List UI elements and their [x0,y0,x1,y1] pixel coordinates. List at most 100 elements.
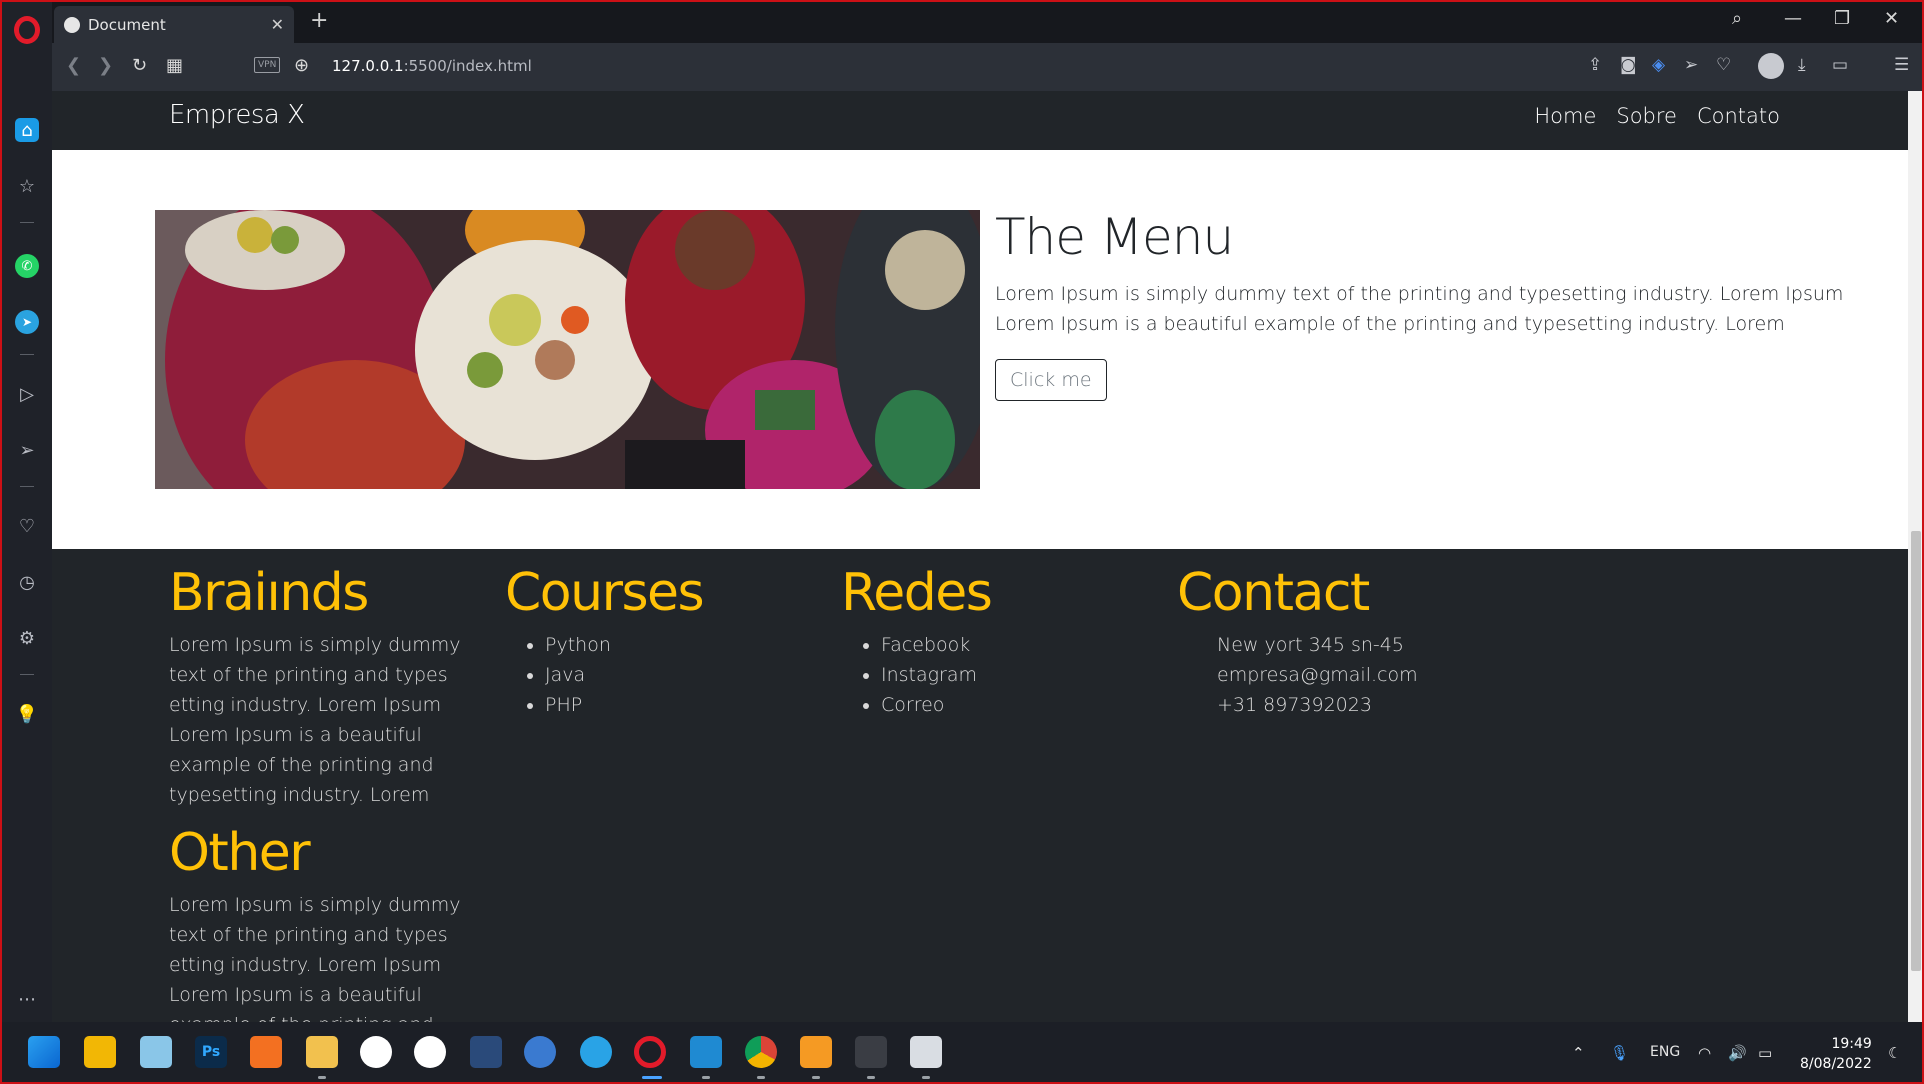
snipping-tool-icon[interactable] [910,1036,942,1068]
heart-icon[interactable]: ♡ [1716,55,1731,75]
running-indicator [812,1076,820,1079]
send-icon[interactable]: ➢ [1684,55,1698,75]
braids-column: Braiınds Lorem Ipsum is simply dummy tex… [169,563,484,810]
vpn-badge[interactable]: VPN [254,57,281,73]
minimize-icon[interactable]: — [1784,8,1802,29]
site-info-icon[interactable]: ⊕ [294,55,309,76]
back-icon[interactable]: ❮ [66,55,81,76]
redes-title: Redes [841,563,993,623]
contact-email[interactable]: empresa@gmail.com [1177,660,1567,690]
app-icon[interactable] [580,1036,612,1068]
send-icon[interactable]: ➢ [15,438,39,462]
power-bi-icon[interactable] [84,1036,116,1068]
whatsapp-icon[interactable]: ✆ [15,254,39,278]
braids-text: Lorem Ipsum is simply dummy text of the … [169,634,461,807]
sidebar-divider [20,222,34,223]
word-icon[interactable] [414,1036,446,1068]
terminal-icon[interactable] [855,1036,887,1068]
language-indicator[interactable]: ENG [1650,1044,1680,1060]
contact-address: New yort 345 sn-45 [1217,634,1404,657]
running-indicator [757,1076,765,1079]
tray-overflow-icon[interactable]: ⌃ [1572,1044,1585,1062]
microphone-icon[interactable]: 🎙 [1610,1044,1629,1062]
hero-line-2: Lorem Ipsum is a beautiful example of th… [995,313,1785,335]
hero-description: Lorem Ipsum is simply dummy text of the … [995,279,1855,339]
click-me-button[interactable]: Click me [995,359,1107,401]
sidebar-divider [20,486,34,487]
new-tab-icon[interactable]: + [310,8,328,33]
close-window-icon[interactable]: ✕ [1884,8,1899,29]
profile-avatar-icon[interactable] [1758,53,1784,79]
home-icon[interactable]: ⌂ [15,118,39,142]
yandex-icon[interactable] [360,1036,392,1068]
hero-section: The Menu Lorem Ipsum is simply dummy tex… [52,150,1908,549]
other-title: Other [169,823,311,883]
paint-icon[interactable] [140,1036,172,1068]
other-column: Other Lorem Ipsum is simply dummy text o… [169,823,484,1022]
page-scrollbar[interactable] [1908,91,1922,1022]
star-icon[interactable]: ☆ [15,174,39,198]
system-clock[interactable]: 19:49 8/08/2022 [1800,1034,1872,1074]
player-icon[interactable]: ▷ [15,382,39,406]
photoshop-icon[interactable]: Ps [195,1036,227,1068]
vscode-icon[interactable] [690,1036,722,1068]
url-host: 127.0.0.1 [332,57,404,75]
address-bar: ❮ ❯ ↻ ▦ VPN ⊕ 127.0.0.1:5500/index.html … [52,43,1922,91]
browser-tab[interactable]: Document ✕ [54,6,294,43]
hero-text: The Menu Lorem Ipsum is simply dummy tex… [995,210,1855,401]
site-brand[interactable]: Empresa X [169,100,305,130]
nav-link-home[interactable]: Home [1534,104,1596,128]
nav-link-contato[interactable]: Contato [1697,104,1780,128]
courses-column: Courses Python Java PHP [505,564,895,720]
nav-link-sobre[interactable]: Sobre [1616,104,1677,128]
forward-icon[interactable]: ❯ [98,55,113,76]
scrollbar-thumb[interactable] [1911,531,1921,971]
search-icon[interactable]: ⌕ [1732,8,1742,29]
reload-icon[interactable]: ↻ [132,55,147,76]
url-field[interactable]: 127.0.0.1:5500/index.html [332,57,532,75]
more-icon[interactable]: ⋯ [15,987,39,1011]
heart-icon[interactable]: ♡ [15,514,39,538]
globe-icon [64,16,80,33]
tabs-grid-icon[interactable]: ▦ [166,55,183,76]
history-icon[interactable]: ◷ [15,570,39,594]
mail-icon[interactable] [524,1036,556,1068]
battery-saver-icon[interactable]: ▭ [1832,55,1848,75]
settings-gear-icon[interactable]: ⚙ [15,626,39,650]
running-indicator [867,1076,875,1079]
site-navbar: Empresa X Home Sobre Contato [52,91,1908,150]
mysql-workbench-icon[interactable] [470,1036,502,1068]
download-icon[interactable]: ⤓ [1798,55,1806,75]
windows-start-icon[interactable] [28,1036,60,1068]
url-path: :5500/index.html [403,57,532,75]
chrome-icon[interactable] [745,1036,777,1068]
share-icon[interactable]: ⇪ [1588,55,1602,75]
battery-icon[interactable]: ▭ [1758,1044,1772,1062]
opera-logo-icon[interactable] [14,16,40,44]
tab-strip: Document ✕ + ⌕ — ❐ ✕ [52,2,1922,43]
easy-setup-icon[interactable]: ☰ [1894,55,1909,75]
pdf-icon[interactable] [800,1036,832,1068]
restore-icon[interactable]: ❐ [1834,8,1850,29]
file-explorer-icon[interactable] [306,1036,338,1068]
shield-icon[interactable]: ◈ [1652,55,1665,75]
sidebar-divider [20,674,34,675]
opera-sidebar: ⌂ ☆ ✆ ➤ ▷ ➢ ♡ ◷ ⚙ 💡 ⋯ [2,2,52,1022]
volume-icon[interactable]: 🔊 [1728,1044,1747,1062]
close-tab-icon[interactable]: ✕ [271,15,284,34]
telegram-icon[interactable]: ➤ [15,310,39,334]
wifi-icon[interactable]: ◠ [1698,1044,1711,1062]
hero-image [155,210,980,489]
opera-taskbar-icon[interactable] [634,1036,666,1068]
web-page: Empresa X Home Sobre Contato The Menu Lo… [52,91,1908,1022]
running-indicator [318,1076,326,1079]
lightbulb-icon[interactable]: 💡 [15,702,39,726]
braids-title: Braiınds [169,563,369,623]
redes-list: Facebook Instagram Correo [841,630,1231,720]
tab-title: Document [88,15,166,34]
courses-list: Python Java PHP [505,630,895,720]
notifications-icon[interactable]: ☾ [1888,1044,1901,1062]
camera-icon[interactable]: ◙ [1620,55,1637,75]
sidebar-divider [20,354,34,355]
xampp-icon[interactable] [250,1036,282,1068]
